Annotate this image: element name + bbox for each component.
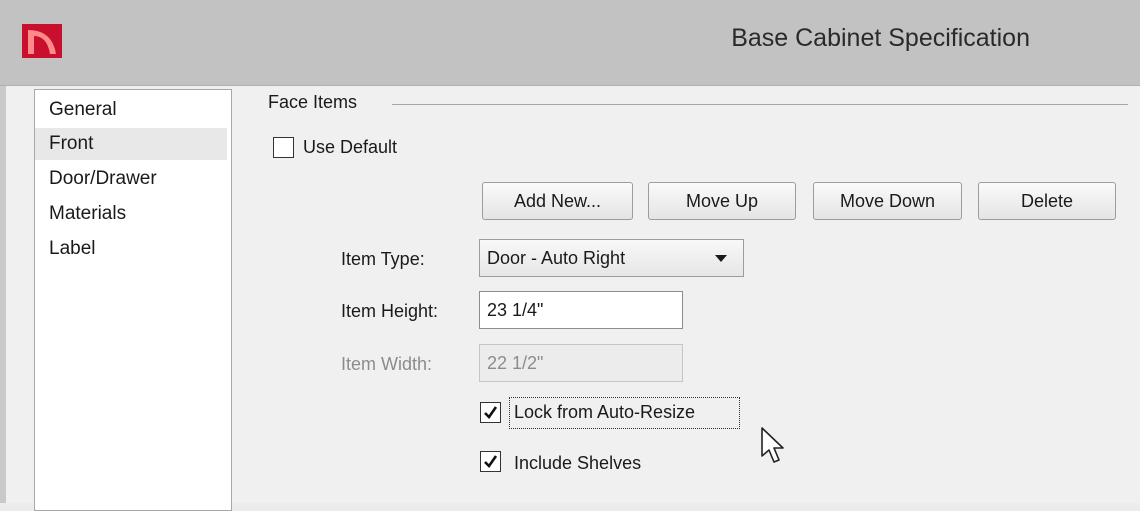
item-type-label: Item Type: (341, 249, 425, 269)
move-up-button[interactable]: Move Up (648, 182, 796, 220)
add-new-button[interactable]: Add New... (482, 182, 633, 220)
item-width-input (479, 344, 683, 382)
lock-auto-resize-label[interactable]: Lock from Auto-Resize (514, 402, 695, 423)
face-items-group-label: Face Items (268, 92, 358, 112)
window-title: Base Cabinet Specification (731, 24, 1030, 52)
include-shelves-checkbox[interactable] (480, 451, 501, 472)
checkmark-icon (484, 406, 498, 420)
item-type-dropdown[interactable]: Door - Auto Right (479, 239, 744, 277)
item-type-value: Door - Auto Right (487, 248, 626, 268)
nav-item-general[interactable]: General (35, 94, 227, 126)
move-down-button[interactable]: Move Down (813, 182, 962, 220)
window-left-border (0, 86, 6, 503)
nav-item-door-drawer[interactable]: Door/Drawer (35, 163, 227, 195)
nav-item-label[interactable]: Label (35, 233, 227, 265)
group-divider (392, 104, 1128, 105)
checkmark-icon (484, 455, 498, 469)
item-width-label: Item Width: (341, 354, 433, 374)
lock-auto-resize-checkbox[interactable] (480, 402, 501, 423)
use-default-checkbox[interactable] (273, 137, 294, 158)
chevron-down-icon (715, 255, 727, 262)
category-list[interactable]: General Front Door/Drawer Materials Labe… (34, 89, 232, 511)
nav-item-materials[interactable]: Materials (35, 198, 227, 230)
app-logo-icon (22, 24, 62, 58)
mouse-cursor-icon (761, 427, 784, 463)
item-height-input[interactable] (479, 291, 683, 329)
include-shelves-label[interactable]: Include Shelves (514, 453, 641, 474)
nav-item-front[interactable]: Front (35, 128, 227, 160)
item-height-label: Item Height: (341, 301, 439, 321)
delete-button[interactable]: Delete (978, 182, 1116, 220)
use-default-label[interactable]: Use Default (303, 137, 397, 158)
title-bar: Base Cabinet Specification (0, 0, 1140, 86)
